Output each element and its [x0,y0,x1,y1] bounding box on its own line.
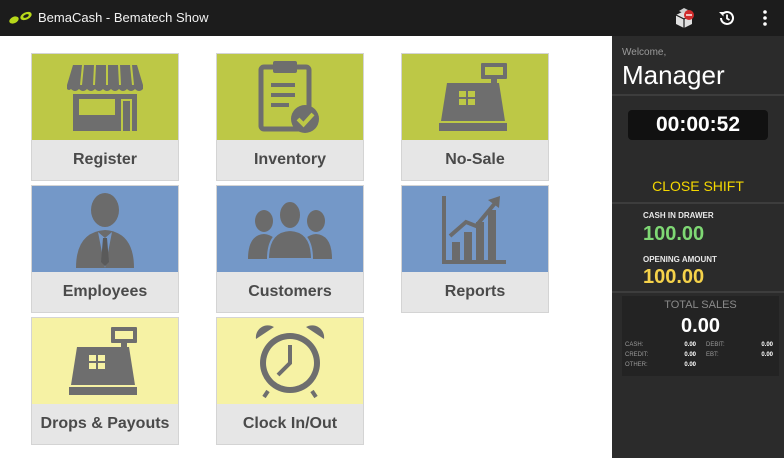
no-sale-tile-art [402,54,548,140]
user-name: Manager [622,60,725,90]
divider [612,291,784,293]
drops-payouts-tile[interactable]: Drops & Payouts [31,317,179,445]
close-shift-button[interactable]: CLOSE SHIFT [612,178,784,200]
customers-group-icon [248,200,332,259]
ebt-sales-label: EBT: [706,352,719,358]
register-tile[interactable]: Register [31,53,179,181]
cash-in-drawer-label: CASH IN DRAWER [643,211,714,220]
customers-tile[interactable]: Customers [216,185,364,313]
reports-tile-label: Reports [402,272,548,312]
opening-amount-label: OPENING AMOUNT [643,255,717,264]
total-sales-box: TOTAL SALES 0.00 CASH: 0.00 DEBIT: 0.00 … [622,296,779,376]
history-icon[interactable] [716,7,738,29]
action-bar: BemaCash - Bematech Show [0,0,784,36]
cash-sales-value: 0.00 [684,342,696,348]
bar-chart-icon [442,196,506,264]
ebt-sales-value: 0.00 [761,352,773,358]
overflow-menu-icon[interactable] [754,7,776,29]
no-sale-tile[interactable]: No-Sale [401,53,549,181]
cash-register-icon [439,63,507,131]
cash-sales-label: CASH: [625,342,644,348]
employees-tile-label: Employees [32,272,178,312]
customers-tile-label: Customers [217,272,363,312]
divider [612,202,784,204]
welcome-label: Welcome, [622,47,667,58]
alarm-clock-icon [255,325,325,399]
employees-tile-art [32,186,178,272]
cash-register-icon [69,327,137,395]
bemacash-logo-icon [9,11,32,24]
reports-tile[interactable]: Reports [401,185,549,313]
total-sales-value: 0.00 [681,315,720,337]
box-notification-icon[interactable] [673,7,695,29]
storefront-icon [67,64,143,131]
employees-tile[interactable]: Employees [31,185,179,313]
reports-tile-art [402,186,548,272]
debit-sales-value: 0.00 [761,342,773,348]
clipboard-check-icon [258,61,319,133]
app-window: BemaCash - Bematech Show Register Invent… [0,0,784,458]
opening-amount-value: 100.00 [643,266,705,288]
credit-sales-label: CREDIT: [625,352,649,358]
divider [612,94,784,96]
no-sale-tile-label: No-Sale [402,140,548,180]
other-sales-label: OTHER: [625,362,648,368]
credit-sales-value: 0.00 [684,352,696,358]
drops-payouts-tile-label: Drops & Payouts [32,404,178,444]
inventory-tile[interactable]: Inventory [216,53,364,181]
drops-payouts-tile-art [32,318,178,404]
app-title: BemaCash - Bematech Show [38,10,209,25]
clock-in-out-tile[interactable]: Clock In/Out [216,317,364,445]
clock-in-out-tile-label: Clock In/Out [217,404,363,444]
shift-panel: Welcome, Manager 00:00:52 CLOSE SHIFT CA… [612,36,784,458]
inventory-tile-label: Inventory [217,140,363,180]
register-tile-label: Register [32,140,178,180]
debit-sales-label: DEBIT: [706,342,725,348]
other-sales-value: 0.00 [684,362,696,368]
cash-in-drawer-value: 100.00 [643,223,705,245]
inventory-tile-art [217,54,363,140]
customers-tile-art [217,186,363,272]
clock-in-out-tile-art [217,318,363,404]
register-tile-art [32,54,178,140]
shift-timer: 00:00:52 [628,110,768,140]
employee-icon [76,193,134,268]
total-sales-label: TOTAL SALES [664,299,737,311]
